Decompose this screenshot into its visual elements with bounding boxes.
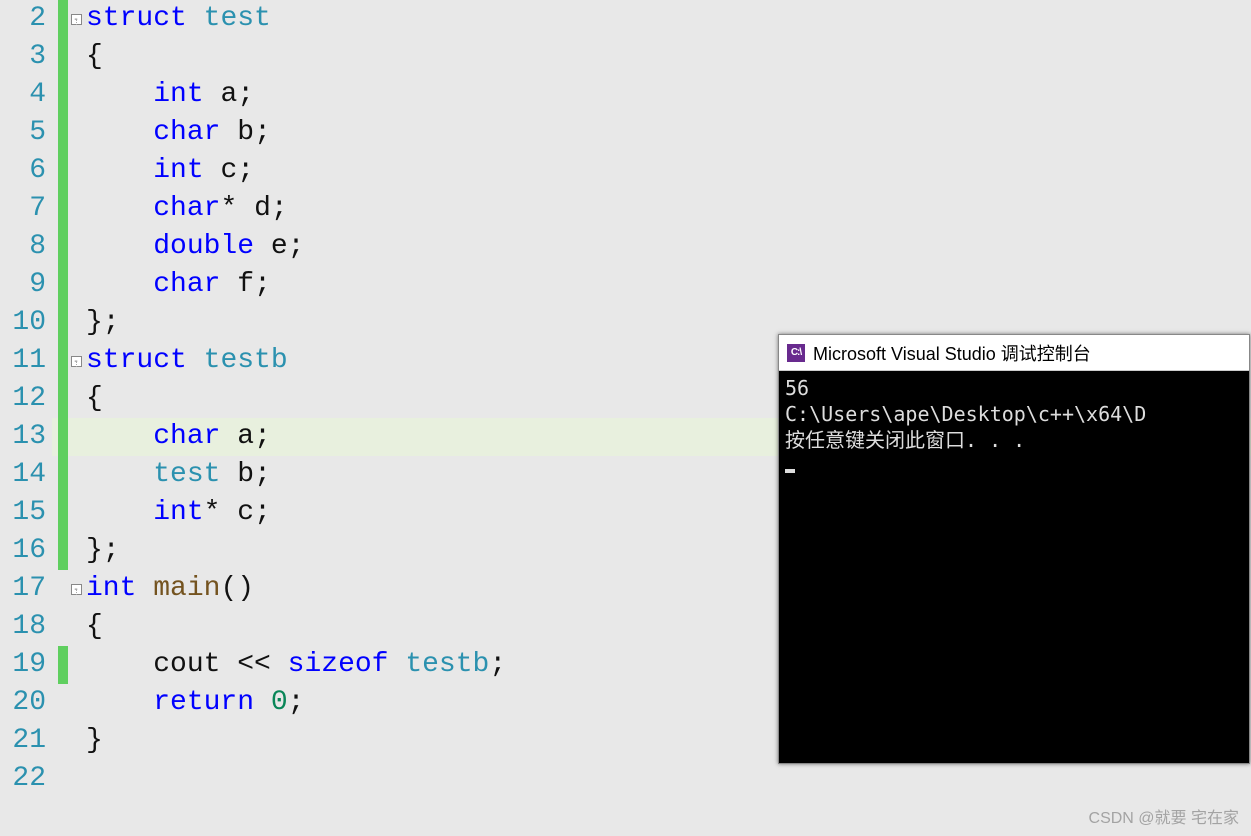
line-number: 21 — [0, 722, 52, 760]
line-number: 10 — [0, 304, 52, 342]
console-output-line: 56 — [785, 375, 1243, 401]
line-number: 8 — [0, 228, 52, 266]
code-content[interactable]: } — [84, 722, 103, 760]
code-content[interactable]: test b; — [84, 456, 271, 494]
code-content[interactable]: { — [84, 380, 103, 418]
change-indicator — [58, 190, 68, 228]
console-output-line: 按任意键关闭此窗口. . . — [785, 427, 1243, 453]
change-indicator — [58, 760, 68, 798]
line-number: 2 — [0, 0, 52, 38]
change-indicator — [58, 684, 68, 722]
line-number: 9 — [0, 266, 52, 304]
outline-column: - — [68, 356, 84, 367]
change-indicator — [58, 722, 68, 760]
change-indicator — [58, 456, 68, 494]
console-app-icon: C:\ — [787, 344, 805, 362]
code-content[interactable]: int c; — [84, 152, 254, 190]
line-number: 18 — [0, 608, 52, 646]
console-output-line: C:\Users\ape\Desktop\c++\x64\D — [785, 401, 1243, 427]
change-indicator — [58, 114, 68, 152]
change-indicator — [58, 342, 68, 380]
change-indicator — [58, 0, 68, 38]
code-line[interactable]: 6 int c; — [0, 152, 1251, 190]
line-number: 15 — [0, 494, 52, 532]
change-indicator — [58, 532, 68, 570]
code-content[interactable]: double e; — [84, 228, 304, 266]
line-number: 17 — [0, 570, 52, 608]
line-number: 3 — [0, 38, 52, 76]
code-line[interactable]: 8 double e; — [0, 228, 1251, 266]
line-number: 12 — [0, 380, 52, 418]
line-number: 6 — [0, 152, 52, 190]
code-line[interactable]: 7 char* d; — [0, 190, 1251, 228]
code-content[interactable]: char* d; — [84, 190, 288, 228]
code-content[interactable]: { — [84, 608, 103, 646]
code-content[interactable]: struct testb — [84, 342, 288, 380]
code-content[interactable]: return 0; — [84, 684, 304, 722]
change-indicator — [58, 608, 68, 646]
console-body[interactable]: 56C:\Users\ape\Desktop\c++\x64\D按任意键关闭此窗… — [779, 371, 1249, 483]
code-content[interactable]: }; — [84, 532, 120, 570]
console-titlebar[interactable]: C:\ Microsoft Visual Studio 调试控制台 — [779, 335, 1249, 371]
code-content[interactable]: int main() — [84, 570, 254, 608]
code-content[interactable]: }; — [84, 304, 120, 342]
console-title: Microsoft Visual Studio 调试控制台 — [813, 340, 1091, 366]
code-line[interactable]: 9 char f; — [0, 266, 1251, 304]
change-indicator — [58, 76, 68, 114]
code-line[interactable]: 2 -struct test — [0, 0, 1251, 38]
change-indicator — [58, 38, 68, 76]
line-number: 7 — [0, 190, 52, 228]
change-indicator — [58, 228, 68, 266]
code-content[interactable]: int a; — [84, 76, 254, 114]
line-number: 13 — [0, 418, 52, 456]
line-number: 5 — [0, 114, 52, 152]
change-indicator — [58, 266, 68, 304]
code-content[interactable]: { — [84, 38, 103, 76]
code-line[interactable]: 3{ — [0, 38, 1251, 76]
line-number: 4 — [0, 76, 52, 114]
change-indicator — [58, 380, 68, 418]
line-number: 20 — [0, 684, 52, 722]
change-indicator — [58, 304, 68, 342]
code-content[interactable]: char b; — [84, 114, 271, 152]
code-content[interactable]: cout << sizeof testb; — [84, 646, 506, 684]
change-indicator — [58, 570, 68, 608]
code-line[interactable]: 5 char b; — [0, 114, 1251, 152]
code-line[interactable]: 22 — [0, 760, 1251, 798]
line-number: 16 — [0, 532, 52, 570]
code-content[interactable]: int* c; — [84, 494, 271, 532]
line-number: 19 — [0, 646, 52, 684]
change-indicator — [58, 494, 68, 532]
change-indicator — [58, 646, 68, 684]
change-indicator — [58, 152, 68, 190]
line-number: 14 — [0, 456, 52, 494]
outline-column: - — [68, 584, 84, 595]
change-indicator — [58, 418, 68, 456]
code-content[interactable]: char a; — [84, 418, 271, 456]
code-content[interactable]: struct test — [84, 0, 271, 38]
line-number: 22 — [0, 760, 52, 798]
debug-console-window[interactable]: C:\ Microsoft Visual Studio 调试控制台 56C:\U… — [778, 334, 1250, 764]
code-content[interactable]: char f; — [84, 266, 271, 304]
watermark: CSDN @就要 宅在家 — [1089, 804, 1239, 828]
code-line[interactable]: 4 int a; — [0, 76, 1251, 114]
outline-column: - — [68, 14, 84, 25]
console-cursor — [785, 453, 1243, 479]
line-number: 11 — [0, 342, 52, 380]
